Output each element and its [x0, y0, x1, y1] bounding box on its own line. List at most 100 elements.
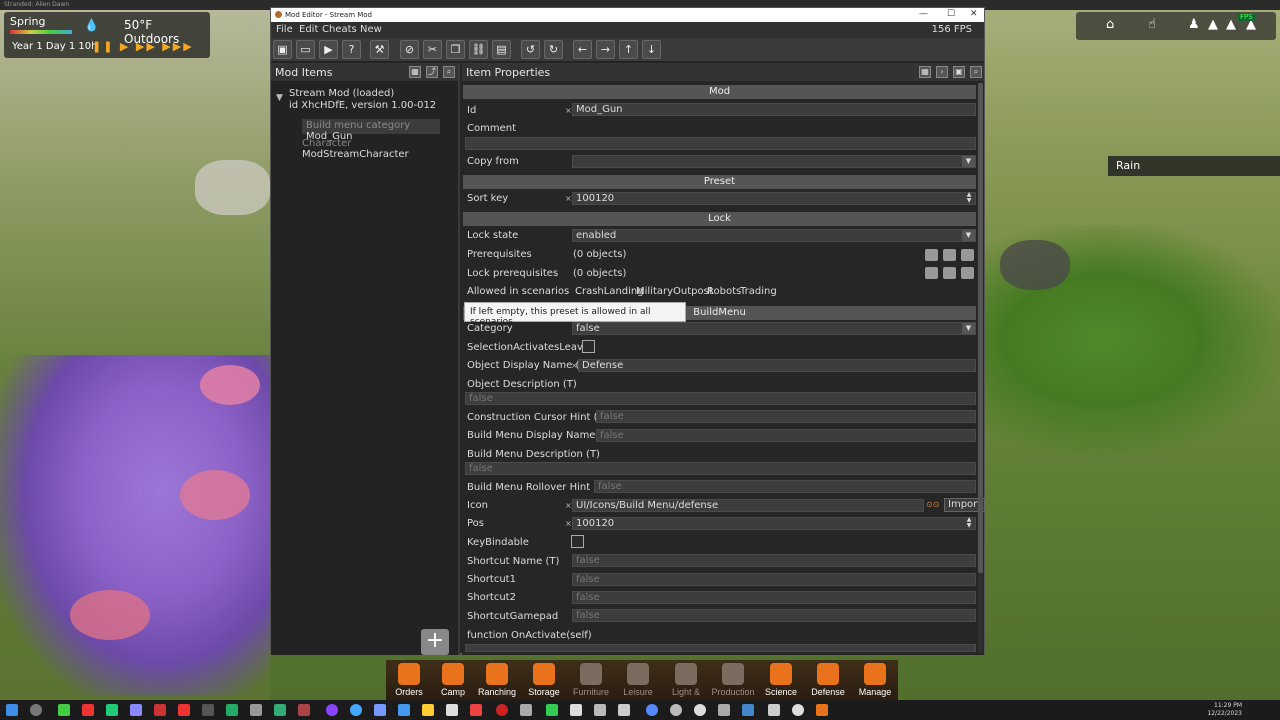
scrollbar[interactable] — [978, 83, 983, 653]
arrow-down-icon[interactable]: ↓ — [642, 40, 661, 59]
pos-field[interactable]: 100120 ▲ ▼ — [572, 517, 976, 530]
copy-from-select[interactable]: ▼ — [572, 155, 976, 168]
game-icon[interactable] — [816, 704, 828, 716]
build-menu-display-name-field[interactable]: false — [596, 429, 976, 442]
toolbar-storage[interactable]: Storage — [521, 660, 567, 700]
dropdown-arrow-icon[interactable]: ▼ — [962, 156, 975, 167]
menu-new[interactable]: New — [360, 24, 382, 35]
arrow-left-icon[interactable]: ← — [573, 40, 592, 59]
shortcut-name-field[interactable]: false — [572, 554, 976, 567]
build-menu-description-field[interactable]: false — [465, 462, 976, 475]
app-icon[interactable] — [398, 704, 410, 716]
toolbar-light-heat[interactable]: Light & Heat — [663, 660, 709, 710]
tree-item-character[interactable]: Character ModStreamCharacter — [302, 137, 460, 161]
save-icon[interactable]: ▣ — [273, 40, 292, 59]
section-lock[interactable]: Lock — [463, 212, 976, 226]
dropdown-arrow-icon[interactable]: ▼ — [962, 230, 975, 241]
clear-icon[interactable]: × — [565, 501, 572, 510]
help-icon[interactable]: ? — [342, 40, 361, 59]
toolbar-ranching[interactable]: Ranching — [474, 660, 520, 700]
alert-icon[interactable]: ▲ — [1208, 17, 1218, 32]
selection-activates-leaves-checkbox[interactable] — [582, 340, 595, 353]
keybindable-checkbox[interactable] — [571, 535, 584, 548]
save-object-icon[interactable] — [961, 267, 974, 279]
steam-icon[interactable] — [742, 704, 754, 716]
toolbar-camp[interactable]: Camp — [430, 660, 476, 700]
clear-icon[interactable]: × — [565, 106, 572, 115]
app-icon[interactable] — [694, 704, 706, 716]
menu-edit[interactable]: Edit — [299, 24, 318, 35]
edit-object-icon[interactable] — [943, 249, 956, 261]
app-icon[interactable] — [130, 704, 142, 716]
hand-icon[interactable]: ☝ — [1148, 17, 1156, 32]
home-icon[interactable]: ⌂ — [1106, 17, 1114, 32]
lock-state-select[interactable]: enabled ▼ — [572, 229, 976, 242]
toolbar-furniture[interactable]: Furniture — [568, 660, 614, 700]
app-icon[interactable] — [202, 704, 214, 716]
app-icon[interactable] — [178, 704, 190, 716]
play-icon[interactable]: ▶ — [319, 40, 338, 59]
app-icon[interactable] — [446, 704, 458, 716]
app-icon[interactable] — [496, 704, 508, 716]
spinner-icon[interactable]: ▲ ▼ — [963, 517, 975, 530]
app-icon[interactable] — [250, 704, 262, 716]
icon-path-field[interactable]: UI/Icons/Build Menu/defense — [572, 499, 924, 512]
toolbar-production[interactable]: Production — [710, 660, 756, 700]
clear-icon[interactable]: × — [571, 361, 578, 370]
window-icon[interactable]: ▭ — [296, 40, 315, 59]
id-field[interactable]: Mod_Gun — [572, 103, 976, 116]
toolbar-leisure[interactable]: Leisure — [615, 660, 661, 700]
search-icon[interactable]: ⌕ — [443, 66, 455, 78]
app-icon[interactable] — [326, 704, 338, 716]
app-icon[interactable] — [374, 704, 386, 716]
clear-icon[interactable]: × — [565, 519, 572, 528]
app-icon[interactable] — [422, 704, 434, 716]
app-icon[interactable] — [670, 704, 682, 716]
tools-icon[interactable]: ⚒ — [370, 40, 389, 59]
toolbar-manage[interactable]: Manage — [852, 660, 898, 700]
arrow-right-icon[interactable]: → — [596, 40, 615, 59]
arrow-up-icon[interactable]: ↑ — [619, 40, 638, 59]
object-description-field[interactable]: false — [465, 392, 976, 405]
menu-cheats[interactable]: Cheats — [322, 24, 357, 35]
alert-icon[interactable]: ▲ — [1226, 17, 1236, 32]
app-icon[interactable] — [274, 704, 286, 716]
category-select[interactable]: false ▼ — [572, 322, 976, 335]
scrollbar-thumb[interactable] — [978, 83, 983, 573]
add-object-icon[interactable] — [925, 249, 938, 261]
shortcut2-field[interactable]: false — [572, 591, 976, 604]
app-icon[interactable] — [226, 704, 238, 716]
tree-item-build-menu-category[interactable]: Build menu category Mod_Gun — [302, 119, 440, 142]
terminal-icon[interactable]: › — [936, 66, 948, 78]
pick-icon[interactable]: ⊙⊙ — [926, 500, 939, 509]
app-icon[interactable] — [594, 704, 606, 716]
app-icon[interactable] — [718, 704, 730, 716]
build-menu-rollover-hint-field[interactable]: false — [594, 480, 976, 493]
add-object-icon[interactable] — [925, 267, 938, 279]
expand-arrow-icon[interactable]: ▼ — [276, 93, 283, 103]
dropdown-arrow-icon[interactable]: ▼ — [962, 323, 975, 334]
scenario-tag[interactable]: CrashLanding — [575, 286, 644, 297]
game-speed-controls[interactable]: ❚❚ ▶ ▶▶ ▶▶▶ — [92, 40, 194, 53]
toolbar-orders[interactable]: Orders — [386, 660, 432, 700]
section-mod[interactable]: Mod — [463, 85, 976, 99]
comment-field[interactable] — [465, 137, 976, 150]
on-activate-code-field[interactable] — [465, 644, 976, 652]
app-icon[interactable] — [82, 704, 94, 716]
collapse-icon[interactable]: ▦ — [409, 66, 421, 78]
app-icon[interactable] — [618, 704, 630, 716]
link-icon[interactable]: ⛓ — [469, 40, 488, 59]
spinner-icon[interactable]: ▲ ▼ — [963, 192, 975, 205]
app-icon[interactable] — [792, 704, 804, 716]
paste-icon[interactable]: ▤ — [492, 40, 511, 59]
sort-key-field[interactable]: 100120 ▲ ▼ — [572, 192, 976, 205]
cut-icon[interactable]: ✂ — [423, 40, 442, 59]
menu-file[interactable]: File — [276, 24, 293, 35]
shortcut1-field[interactable]: false — [572, 573, 976, 586]
app-icon[interactable] — [58, 704, 70, 716]
app-icon[interactable] — [546, 704, 558, 716]
undo-icon[interactable]: ↺ — [521, 40, 540, 59]
add-item-button[interactable]: + — [421, 629, 449, 655]
search-icon[interactable] — [30, 704, 42, 716]
redo-icon[interactable]: ↻ — [544, 40, 563, 59]
